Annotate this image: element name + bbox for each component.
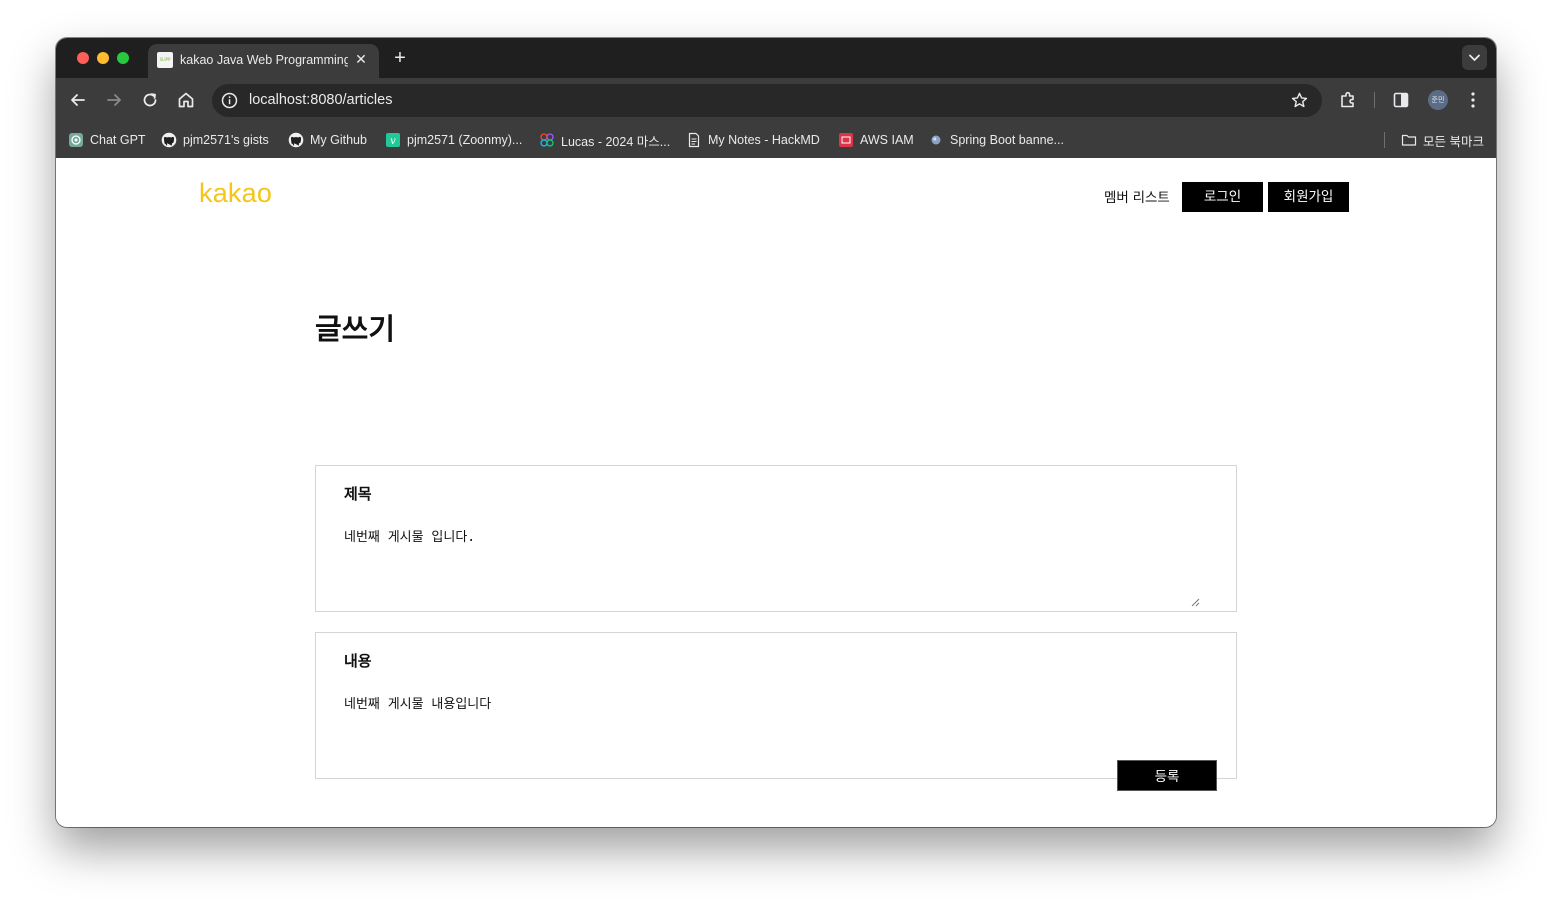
member-list-link[interactable]: 멤버 리스트 xyxy=(1104,186,1170,206)
tab-title: kakao Java Web Programming xyxy=(180,53,348,67)
figma-icon xyxy=(540,133,554,147)
title-textarea[interactable]: 네번째 게시물 입니다. xyxy=(344,526,1206,606)
side-panel-icon[interactable] xyxy=(1390,89,1412,111)
browser-window: SLIPP kakao Java Web Programming ✕ + loc… xyxy=(56,38,1496,827)
site-info-icon[interactable] xyxy=(221,92,238,109)
site-logo[interactable]: kakao xyxy=(199,178,272,209)
resize-grip-icon[interactable] xyxy=(1190,597,1200,607)
bookmarks-divider xyxy=(1384,132,1385,148)
bookmark-label: pjm2571's gists xyxy=(183,133,269,147)
back-arrow-icon[interactable] xyxy=(67,89,89,111)
aws-icon xyxy=(839,133,853,147)
close-window-button[interactable] xyxy=(77,52,89,64)
maximize-window-button[interactable] xyxy=(117,52,129,64)
title-field-label: 제목 xyxy=(344,486,372,503)
window-controls xyxy=(77,52,129,64)
bookmark-aws[interactable]: AWS IAM xyxy=(838,130,914,150)
chevron-down-icon xyxy=(1469,54,1480,61)
bookmark-hackmd[interactable]: My Notes - HackMD xyxy=(686,130,820,150)
tab-close-icon[interactable]: ✕ xyxy=(352,51,370,69)
web-page: kakao 멤버 리스트 로그인 회원가입 글쓰기 제목 네번째 게시물 입니다… xyxy=(56,158,1496,827)
document-icon xyxy=(688,132,700,148)
toolbar-divider xyxy=(1374,92,1375,108)
browser-toolbar: localhost:8080/articles 준민 xyxy=(56,78,1496,122)
content-textarea[interactable]: 네번째 게시물 내용입니다 xyxy=(344,693,1206,773)
github-icon xyxy=(161,132,177,148)
minimize-window-button[interactable] xyxy=(97,52,109,64)
content-field-box: 내용 네번째 게시물 내용입니다 xyxy=(315,632,1237,779)
signup-button[interactable]: 회원가입 xyxy=(1268,182,1349,212)
page-title: 글쓰기 xyxy=(315,314,396,346)
bookmark-label: AWS IAM xyxy=(860,133,914,147)
title-field-box: 제목 네번째 게시물 입니다. xyxy=(315,465,1237,612)
url-text[interactable]: localhost:8080/articles xyxy=(249,92,392,108)
new-tab-button[interactable]: + xyxy=(390,47,410,69)
globe-icon xyxy=(931,135,941,145)
bookmark-label: 모든 북마크 xyxy=(1423,134,1484,149)
tab-search-button[interactable] xyxy=(1462,45,1487,70)
bookmark-label: My Github xyxy=(310,133,367,147)
bookmark-label: pjm2571 (Zoonmy)... xyxy=(407,133,523,147)
address-bar[interactable]: localhost:8080/articles xyxy=(212,84,1322,117)
bookmark-label: Spring Boot banne... xyxy=(950,133,1064,147)
bookmark-spring-banner[interactable]: Spring Boot banne... xyxy=(928,130,1064,150)
bookmark-my-github[interactable]: My Github xyxy=(288,130,367,150)
bookmark-velog[interactable]: v pjm2571 (Zoonmy)... xyxy=(385,130,522,150)
bookmark-figma[interactable]: Lucas - 2024 마스... xyxy=(539,130,670,150)
github-icon xyxy=(288,132,304,148)
tab-favicon-icon: SLIPP xyxy=(157,52,173,68)
profile-avatar[interactable]: 준민 xyxy=(1428,90,1448,110)
reload-icon[interactable] xyxy=(139,89,161,111)
submit-button[interactable]: 등록 xyxy=(1117,760,1217,791)
more-menu-icon[interactable] xyxy=(1462,89,1484,111)
bookmark-label: My Notes - HackMD xyxy=(708,133,820,147)
svg-text:v: v xyxy=(390,136,396,147)
all-bookmarks-folder[interactable]: 모든 북마크 xyxy=(1401,130,1484,150)
velog-icon: v xyxy=(386,133,400,147)
bookmark-star-icon[interactable] xyxy=(1290,91,1309,110)
tab-strip: SLIPP kakao Java Web Programming ✕ + xyxy=(56,38,1496,78)
bookmark-gists[interactable]: pjm2571's gists xyxy=(161,130,269,150)
bookmark-label: Lucas - 2024 마스... xyxy=(561,134,671,149)
extensions-puzzle-icon[interactable] xyxy=(1337,89,1359,111)
chatgpt-icon xyxy=(69,133,83,147)
bookmarks-bar: Chat GPT pjm2571's gists My Github v pjm… xyxy=(56,122,1496,158)
active-tab[interactable]: SLIPP kakao Java Web Programming ✕ xyxy=(148,44,379,78)
content-field-label: 내용 xyxy=(344,653,372,670)
home-icon[interactable] xyxy=(175,89,197,111)
folder-icon xyxy=(1401,134,1417,146)
bookmark-label: Chat GPT xyxy=(90,133,146,147)
forward-arrow-icon[interactable] xyxy=(103,89,125,111)
bookmark-chatgpt[interactable]: Chat GPT xyxy=(68,130,146,150)
login-button[interactable]: 로그인 xyxy=(1182,182,1263,212)
